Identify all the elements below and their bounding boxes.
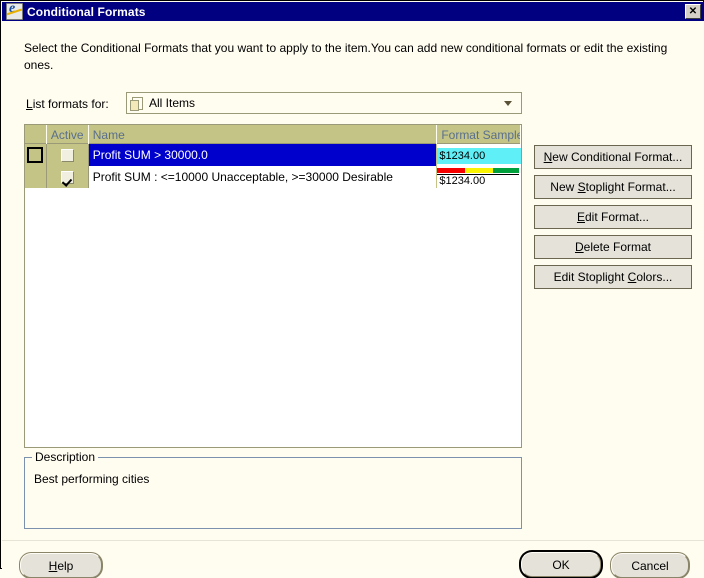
list-formats-for-label: List formats for: bbox=[26, 97, 109, 111]
stoplight-yellow bbox=[465, 167, 494, 173]
row-name-cell[interactable]: Profit SUM : <=10000 Unacceptable, >=300… bbox=[89, 166, 438, 188]
stoplight-bar-icon bbox=[437, 167, 520, 173]
active-checkbox[interactable] bbox=[60, 170, 74, 184]
cancel-button[interactable]: Cancel bbox=[611, 553, 689, 578]
row-selector-cell[interactable] bbox=[25, 144, 47, 166]
format-sample-cyan: $1234.00 bbox=[437, 144, 521, 166]
list-formats-for-dropdown[interactable]: All Items bbox=[126, 92, 522, 114]
stoplight-red bbox=[437, 167, 466, 173]
description-legend: Description bbox=[32, 450, 99, 464]
column-header-name[interactable]: Name bbox=[89, 125, 438, 144]
table-header-row: Active Name Format Sample bbox=[25, 125, 521, 144]
footer-divider bbox=[2, 540, 704, 541]
close-icon[interactable]: ✕ bbox=[685, 4, 701, 19]
help-button[interactable]: Help bbox=[20, 553, 102, 578]
ie-document-icon bbox=[6, 3, 23, 20]
btn1-rest: toplight Format... bbox=[585, 180, 676, 194]
btn2-rest: dit Format... bbox=[585, 210, 650, 224]
edit-stoplight-colors-button[interactable]: Edit Stoplight Colors... bbox=[534, 265, 692, 289]
new-conditional-format-button[interactable]: New Conditional Format... bbox=[534, 145, 692, 169]
stoplight-green bbox=[493, 167, 520, 173]
list-formats-for-label-rest: ist formats for: bbox=[32, 97, 109, 111]
description-text: Best performing cities bbox=[34, 472, 150, 486]
column-header-active[interactable]: Active bbox=[47, 125, 89, 144]
sample-value: $1234.00 bbox=[437, 148, 521, 164]
row-focus-indicator bbox=[27, 147, 44, 163]
title-bar: Conditional Formats ✕ bbox=[2, 2, 704, 21]
conditional-formats-table[interactable]: Active Name Format Sample Profit SUM > 3… bbox=[24, 124, 522, 448]
format-actions-panel: New Conditional Format... New Stoplight … bbox=[534, 145, 692, 295]
btn0-accel: N bbox=[543, 150, 553, 164]
new-stoplight-format-button[interactable]: New Stoplight Format... bbox=[534, 175, 692, 199]
instruction-text: Select the Conditional Formats that you … bbox=[24, 41, 668, 72]
delete-format-button[interactable]: Delete Format bbox=[534, 235, 692, 259]
row-active-cell[interactable] bbox=[46, 144, 89, 166]
sample-value: $1234.00 bbox=[437, 173, 520, 187]
edit-format-button[interactable]: Edit Format... bbox=[534, 205, 692, 229]
column-header-selector[interactable] bbox=[25, 125, 47, 144]
ok-button[interactable]: OK bbox=[521, 552, 601, 577]
chevron-down-icon[interactable] bbox=[504, 101, 512, 106]
table-row[interactable]: Profit SUM : <=10000 Unacceptable, >=300… bbox=[25, 166, 521, 188]
table-row[interactable]: Profit SUM > 30000.0 $1234.00 bbox=[25, 144, 521, 166]
dialog-body: Select the Conditional Formats that you … bbox=[2, 21, 704, 578]
btn3-accel: D bbox=[574, 240, 584, 254]
window-title: Conditional Formats bbox=[27, 4, 146, 19]
conditional-formats-dialog: Conditional Formats ✕ Select the Conditi… bbox=[0, 0, 704, 578]
help-accel: H bbox=[48, 558, 58, 573]
btn1-pre: New bbox=[550, 180, 578, 194]
document-icon bbox=[130, 96, 143, 111]
format-sample-stoplight: $1234.00 bbox=[437, 166, 521, 188]
btn1-accel: S bbox=[577, 180, 586, 194]
description-groupbox bbox=[24, 457, 522, 529]
btn4-rest: olors... bbox=[636, 270, 673, 284]
row-active-cell[interactable] bbox=[46, 166, 89, 188]
row-format-sample-cell: $1234.00 bbox=[437, 144, 521, 166]
help-rest: elp bbox=[57, 558, 74, 573]
row-selector-cell[interactable] bbox=[25, 166, 47, 188]
column-header-format-sample[interactable]: Format Sample bbox=[437, 125, 521, 144]
active-checkbox[interactable] bbox=[60, 148, 74, 162]
btn3-rest: elete Format bbox=[583, 240, 652, 254]
row-format-sample-cell: $1234.00 bbox=[437, 166, 521, 188]
btn2-accel: E bbox=[576, 210, 585, 224]
accel-l: L bbox=[26, 97, 33, 111]
row-name-cell[interactable]: Profit SUM > 30000.0 bbox=[88, 144, 438, 166]
dropdown-selected-value: All Items bbox=[149, 96, 196, 110]
btn4-pre: Edit Stoplight bbox=[553, 270, 628, 284]
btn0-rest: ew Conditional Format... bbox=[552, 150, 683, 164]
